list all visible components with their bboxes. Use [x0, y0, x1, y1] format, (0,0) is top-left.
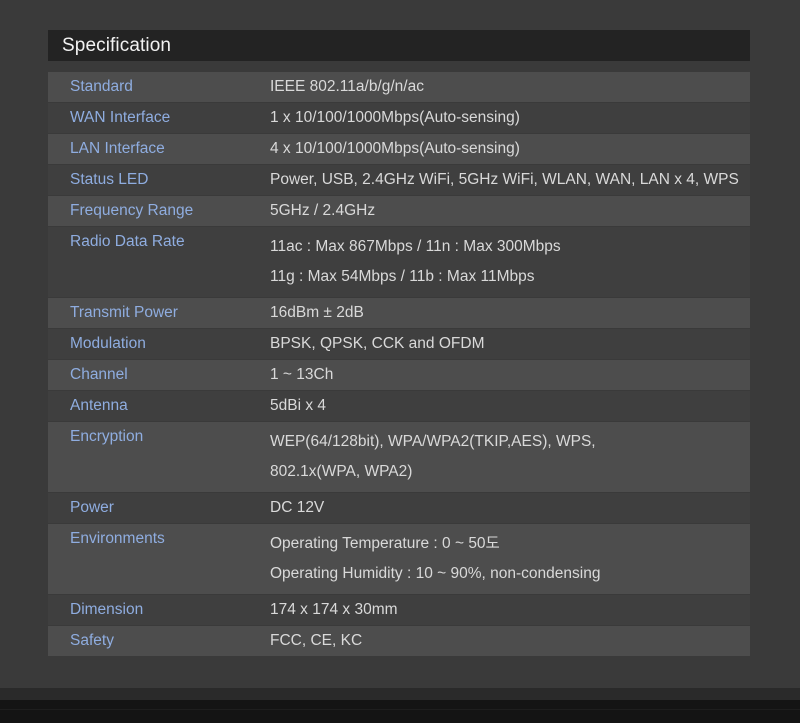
spec-label: Channel — [70, 366, 128, 383]
spec-label: WAN Interface — [70, 109, 171, 126]
spec-label: Radio Data Rate — [70, 233, 185, 250]
spec-value-line: 1 ~ 13Ch — [270, 366, 334, 383]
spec-value-line: 11g : Max 54Mbps / 11b : Max 11Mbps — [270, 268, 535, 285]
spec-value-line: 5GHz / 2.4GHz — [270, 202, 376, 219]
spec-value-line: Power, USB, 2.4GHz WiFi, 5GHz WiFi, WLAN… — [270, 171, 739, 188]
table-row: Standard IEEE 802.11a/b/g/n/ac — [48, 72, 750, 102]
spec-value: 1 ~ 13Ch — [270, 360, 750, 390]
spec-label: Safety — [70, 632, 114, 649]
spec-value-line: IEEE 802.11a/b/g/n/ac — [270, 78, 424, 95]
spec-value: 4 x 10/100/1000Mbps(Auto-sensing) — [270, 134, 750, 164]
spec-value-line: 174 x 174 x 30mm — [270, 601, 398, 618]
spec-label: Encryption — [70, 428, 144, 445]
table-row: LAN Interface 4 x 10/100/1000Mbps(Auto-se… — [48, 134, 750, 164]
table-row: Environments Operating Temperature : 0 ~ … — [48, 524, 750, 594]
spec-label: Environments — [70, 530, 165, 547]
page-title: Specification — [62, 35, 172, 56]
spec-value-line: 802.1x(WPA, WPA2) — [270, 463, 413, 480]
table-row: Safety FCC, CE, KC — [48, 626, 750, 656]
spec-label: Frequency Range — [70, 202, 194, 219]
spec-label: Dimension — [70, 601, 144, 618]
spec-value: FCC, CE, KC — [270, 626, 750, 656]
spec-value: 1 x 10/100/1000Mbps(Auto-sensing) — [270, 103, 750, 133]
specification-table: Specification Standard IEEE 802.11a/b/g/n… — [48, 30, 750, 657]
spec-value: 174 x 174 x 30mm — [270, 595, 750, 625]
spec-value: BPSK, QPSK, CCK and OFDM — [270, 329, 750, 359]
table-row: Status LED Power, USB, 2.4GHz WiFi, 5GHz … — [48, 165, 750, 195]
spec-value: WEP(64/128bit), WPA/WPA2(TKIP,AES), WPS,… — [270, 422, 750, 492]
spec-value-line: Operating Humidity : 10 ~ 90%, non-conde… — [270, 565, 601, 582]
spec-value-line: 5dBi x 4 — [270, 397, 327, 414]
table-row: Antenna 5dBi x 4 — [48, 391, 750, 421]
table-row: Modulation BPSK, QPSK, CCK and OFDM — [48, 329, 750, 359]
specification-row-list: Standard IEEE 802.11a/b/g/n/ac WAN Interfa… — [48, 72, 750, 656]
spec-value-line: 11ac : Max 867Mbps / 11n : Max 300Mbps — [270, 238, 561, 255]
table-row: Frequency Range 5GHz / 2.4GHz — [48, 196, 750, 226]
spec-value-line: 1 x 10/100/1000Mbps(Auto-sensing) — [270, 109, 520, 126]
spec-value: 5dBi x 4 — [270, 391, 750, 421]
spec-label: LAN Interface — [70, 140, 165, 157]
table-row: Transmit Power 16dBm ± 2dB — [48, 298, 750, 328]
spec-value-line: 4 x 10/100/1000Mbps(Auto-sensing) — [270, 140, 520, 157]
spec-label: Standard — [70, 78, 133, 95]
table-row: WAN Interface 1 x 10/100/1000Mbps(Auto-se… — [48, 103, 750, 133]
spec-value: Operating Temperature : 0 ~ 50도 Operating… — [270, 524, 750, 594]
spec-label: Status LED — [70, 171, 149, 188]
spec-value: 11ac : Max 867Mbps / 11n : Max 300Mbps 11… — [270, 227, 750, 297]
spec-value: IEEE 802.11a/b/g/n/ac — [270, 72, 750, 102]
spec-value-line: Operating Temperature : 0 ~ 50도 — [270, 535, 500, 552]
spec-value-line: BPSK, QPSK, CCK and OFDM — [270, 335, 485, 352]
table-row: Channel 1 ~ 13Ch — [48, 360, 750, 390]
footer-band-lower — [0, 700, 800, 723]
spec-value: 5GHz / 2.4GHz — [270, 196, 750, 226]
table-row: Power DC 12V — [48, 493, 750, 523]
spec-label: Modulation — [70, 335, 146, 352]
spec-label: Antenna — [70, 397, 128, 414]
spec-value-line: 16dBm ± 2dB — [270, 304, 364, 321]
table-row: Encryption WEP(64/128bit), WPA/WPA2(TKIP,… — [48, 422, 750, 492]
spec-value-line: DC 12V — [270, 499, 325, 516]
footer-band-upper — [0, 688, 800, 700]
spec-value-line: WEP(64/128bit), WPA/WPA2(TKIP,AES), WPS, — [270, 433, 596, 450]
specification-header: Specification — [48, 30, 750, 61]
spec-label: Transmit Power — [70, 304, 178, 321]
table-row: Dimension 174 x 174 x 30mm — [48, 595, 750, 625]
spec-value: 16dBm ± 2dB — [270, 298, 750, 328]
spec-value-line: FCC, CE, KC — [270, 632, 363, 649]
spec-label: Power — [70, 499, 114, 516]
page-root: Specification Standard IEEE 802.11a/b/g/n… — [0, 0, 800, 723]
spec-value: Power, USB, 2.4GHz WiFi, 5GHz WiFi, WLAN… — [270, 165, 750, 195]
spec-value: DC 12V — [270, 493, 750, 523]
table-row: Radio Data Rate 11ac : Max 867Mbps / 11n … — [48, 227, 750, 297]
